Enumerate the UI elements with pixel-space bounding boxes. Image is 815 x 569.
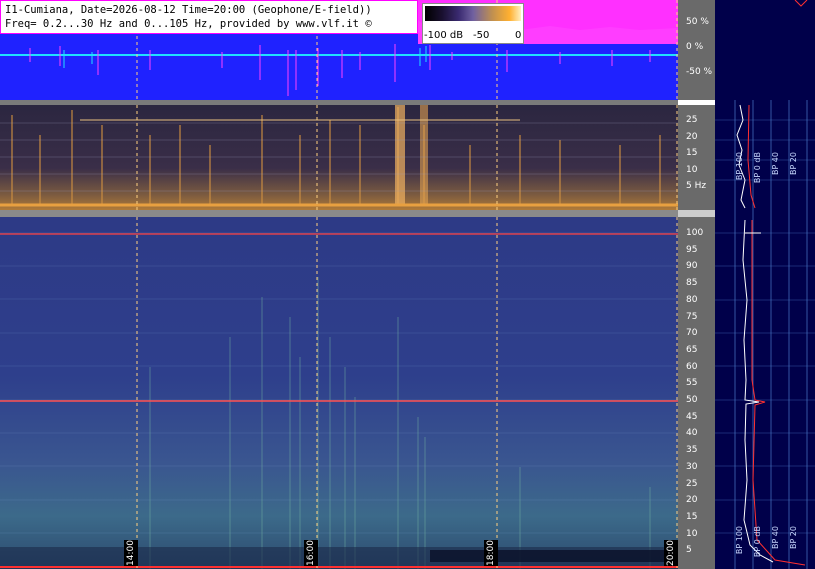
bp-label-bottom-4: BP 20: [789, 526, 798, 550]
main-freq-tick: 10: [686, 528, 698, 539]
frequency-info: Freq= 0.2...30 Hz and 0...105 Hz, provid…: [5, 18, 372, 30]
main-freq-tick: 30: [686, 461, 698, 472]
color-gradient: [425, 6, 521, 21]
station-title: I1-Cumiana, Date=2026-08-12 Time=20:00 (…: [5, 4, 372, 16]
main-freq-tick: 40: [686, 428, 698, 439]
main-freq-tick: 35: [686, 445, 698, 456]
bp-label-bottom-3: BP 40: [771, 526, 780, 550]
main-spectrogram: [0, 217, 678, 569]
vlf-monitor-display: I1-Cumiana, Date=2026-08-12 Time=20:00 (…: [0, 0, 815, 569]
spectrogram-bursts: [149, 277, 651, 569]
main-freq-tick: 65: [686, 344, 698, 355]
main-freq-tick: 95: [686, 244, 698, 255]
main-freq-tick: 25: [686, 478, 698, 489]
bp-label-bottom-2: BP 0 dB: [753, 526, 762, 558]
status-panel: [715, 0, 815, 100]
color-scale-legend: -100 dB -50 0: [422, 3, 524, 44]
color-scale-min: -100 dB: [424, 30, 464, 41]
low-freq-tick: 15: [686, 148, 698, 158]
main-freq-tick: 90: [686, 261, 698, 272]
time-label-14: 14:00: [124, 540, 138, 566]
main-freq-tick: 45: [686, 411, 698, 422]
time-label-18: 18:00: [484, 540, 498, 566]
spectrum-profile-plot: [715, 100, 815, 569]
main-freq-tick: 50: [686, 395, 698, 405]
station-info-box: I1-Cumiana, Date=2026-08-12 Time=20:00 (…: [0, 0, 418, 34]
wave-tick-minus50: -50 %: [686, 67, 713, 77]
main-spectrum-trace: [742, 219, 774, 563]
main-freq-tick: 55: [686, 378, 698, 389]
wave-tick-0: 0 %: [686, 42, 704, 52]
main-freq-tick: 75: [686, 311, 698, 322]
spectrogram-grid: [0, 232, 678, 534]
waveform-spikes: [29, 44, 651, 96]
panel-separator-2: [0, 210, 678, 217]
low-freq-tick: 5 Hz: [686, 181, 707, 191]
main-freq-tick: 20: [686, 495, 698, 506]
bp-label-top-2: BP 0 dB: [753, 152, 762, 184]
main-freq-tick: 80: [686, 294, 698, 305]
low-freq-tick: 20: [686, 131, 698, 142]
bp-label-top-4: BP 20: [789, 152, 798, 176]
color-scale-mid: -50: [473, 30, 490, 41]
spectrum-profile-panel: BP 100 BP 0 dB BP 40 BP 20 BP 100 BP 0 d…: [715, 100, 815, 569]
bp-label-top-1: BP 100: [735, 152, 744, 181]
bp-label-top-3: BP 40: [771, 152, 780, 176]
main-freq-tick: 100: [686, 228, 704, 238]
main-freq-tick: 85: [686, 278, 698, 289]
low-freq-tick: 25: [686, 115, 698, 125]
low-freq-tick: 10: [686, 164, 698, 175]
wave-tick-50: 50 %: [686, 17, 709, 27]
color-scale-max: 0: [515, 30, 522, 41]
time-label-16: 16:00: [304, 540, 318, 566]
main-freq-tick: 70: [686, 328, 698, 339]
main-freq-tick: 15: [686, 511, 698, 522]
bp-label-bottom-1: BP 100: [735, 526, 744, 555]
low-frequency-spectrogram: [0, 105, 678, 210]
time-label-20: 20:00: [664, 540, 678, 566]
frequency-axis: 50 % 0 % -50 % 25 20 15 10 5 Hz 100 95 90 85 80 7…: [678, 0, 715, 569]
main-freq-tick: 5: [686, 545, 692, 556]
main-freq-tick: 60: [686, 361, 698, 372]
